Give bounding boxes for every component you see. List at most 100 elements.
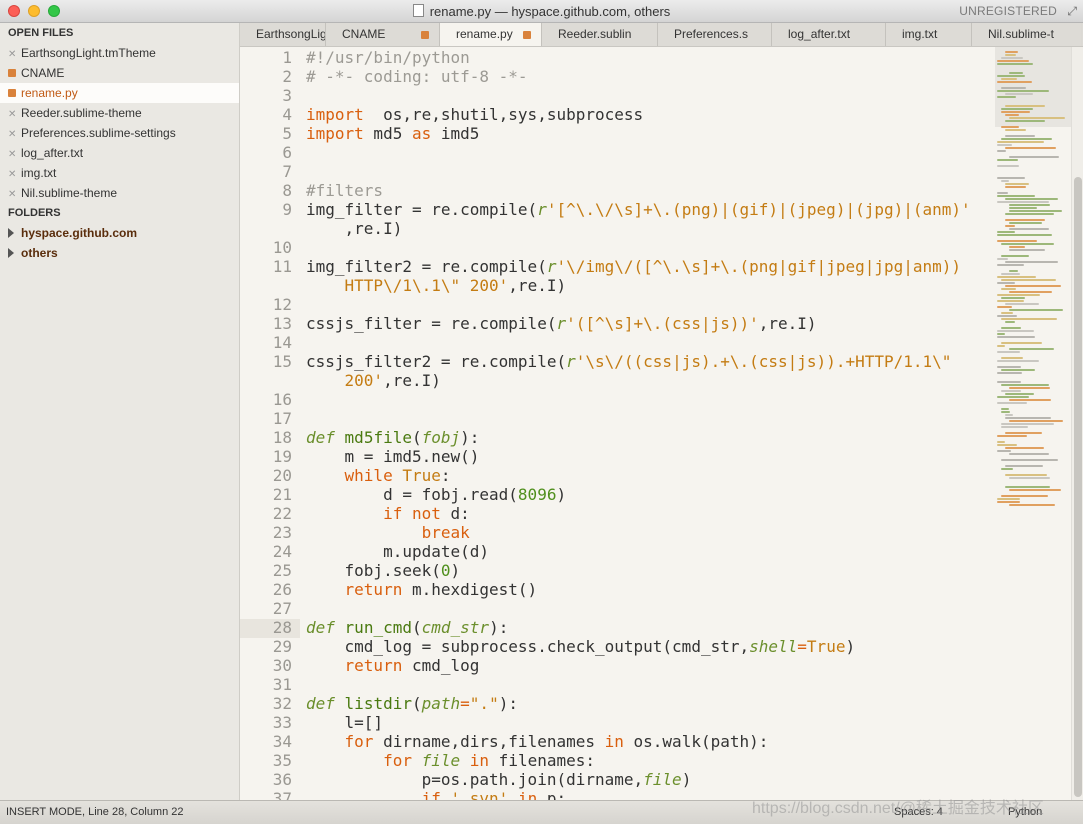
minimap-line (1009, 207, 1037, 209)
code-line[interactable]: 200',re.I) (306, 371, 441, 390)
close-file-icon[interactable]: ✕ (8, 105, 18, 125)
minimap-line (1005, 147, 1056, 149)
line-number: 7 (282, 162, 292, 181)
code-line[interactable]: def md5file(fobj): (306, 428, 479, 447)
close-file-icon[interactable]: ✕ (8, 185, 18, 205)
tab-earthsonglig[interactable]: EarthsongLig (240, 23, 326, 46)
tab-rename-py[interactable]: rename.py (440, 23, 542, 46)
minimap-line (1001, 312, 1013, 314)
code-line[interactable]: l=[] (306, 713, 384, 732)
code-line[interactable]: img_filter = re.compile(r'[^\.\/\s]+\.(p… (306, 200, 971, 219)
line-number: 32 (272, 694, 292, 713)
vertical-scrollbar[interactable] (1071, 47, 1083, 800)
code-line[interactable]: m = imd5.new() (306, 447, 480, 466)
code-token: = (797, 637, 807, 656)
open-file-item[interactable]: ✕ EarthsongLight.tmTheme (0, 43, 239, 63)
minimap-line (997, 150, 1006, 152)
open-file-item[interactable]: ✕ Reeder.sublime-theme (0, 103, 239, 123)
unregistered-label: UNREGISTERED (959, 4, 1057, 18)
code-line[interactable]: cmd_log = subprocess.check_output(cmd_st… (306, 637, 856, 656)
code-token: ): (498, 694, 518, 713)
code-line[interactable]: for file in filenames: (306, 751, 595, 770)
code-token: imd5 (431, 124, 480, 143)
code-line[interactable]: HTTP\/1\.1\" 200',re.I) (306, 276, 567, 295)
code-line[interactable]: cssjs_filter2 = re.compile(r'\s\/((css|j… (306, 352, 951, 371)
minimap-line (1009, 504, 1055, 506)
minimap-line (997, 258, 1008, 260)
minimap-line (1005, 183, 1029, 185)
minimap-line (1001, 297, 1025, 299)
line-number: 28 (272, 618, 292, 637)
code-token: 8096 (517, 485, 557, 504)
code-token: ,re.I) (383, 371, 441, 390)
code-line[interactable]: def run_cmd(cmd_str): (306, 618, 508, 637)
tab-log-after-txt[interactable]: log_after.txt (772, 23, 886, 46)
close-file-icon[interactable]: ✕ (8, 145, 18, 165)
sidebar: OPEN FILES ✕ EarthsongLight.tmTheme CNAME r… (0, 23, 240, 800)
code-line[interactable]: import md5 as imd5 (306, 124, 479, 143)
close-file-icon[interactable]: ✕ (8, 165, 18, 185)
minimap-line (1009, 72, 1023, 74)
code-editor[interactable]: 1 2 3 4 5 6 7 8 9 10 11 12 13 14 15 16 17 18 19 20 21 22 23 24 2… (240, 47, 995, 800)
tab-preferences-s[interactable]: Preferences.s (658, 23, 772, 46)
code-token: ) (845, 637, 856, 656)
window-title-text: rename.py — hyspace.github.com, others (429, 4, 671, 19)
minimap-line (997, 282, 1015, 284)
code-line[interactable]: if '.svn' in p: (306, 789, 567, 800)
folder-item[interactable]: others (0, 243, 239, 263)
tab-reeder-sublin[interactable]: Reeder.sublin (542, 23, 658, 46)
open-files-header: OPEN FILES (8, 27, 74, 39)
code-token: ,re.I) (758, 314, 817, 333)
minimap-line (1005, 465, 1043, 467)
code-token: p=os.path.join(dirname, (306, 770, 644, 789)
disclosure-triangle-icon[interactable] (8, 248, 14, 258)
code-line[interactable]: while True: (306, 466, 451, 485)
code-line[interactable]: for dirname,dirs,filenames in os.walk(pa… (306, 732, 769, 751)
tab-cname[interactable]: CNAME (326, 23, 440, 46)
minimap-line (997, 315, 1017, 317)
minimap-line (997, 444, 1017, 446)
disclosure-triangle-icon[interactable] (8, 228, 14, 238)
code-line[interactable]: d = fobj.read(8096) (306, 485, 566, 504)
open-file-item[interactable]: ✕ img.txt (0, 163, 239, 183)
open-file-item[interactable]: ✕ log_after.txt (0, 143, 239, 163)
open-file-item[interactable]: ✕ Nil.sublime-theme (0, 183, 239, 203)
tab-bar: EarthsongLig CNAME rename.py Reeder.sublin P… (240, 23, 1083, 47)
code-line[interactable]: cssjs_filter = re.compile(r'([^\s]+\.(cs… (306, 314, 817, 333)
code-line[interactable]: import os,re,shutil,sys,subprocess (306, 105, 643, 124)
close-file-icon[interactable]: ✕ (8, 125, 18, 145)
code-token: return (344, 656, 403, 675)
code-line[interactable]: return cmd_log (306, 656, 480, 675)
scrollbar-thumb[interactable] (1074, 177, 1082, 797)
line-number: 26 (272, 580, 292, 599)
minimap-line (997, 60, 1029, 62)
code-line[interactable]: def listdir(path="."): (306, 694, 518, 713)
minimap-line (1005, 303, 1039, 305)
close-file-icon[interactable]: ✕ (8, 45, 18, 65)
code-line[interactable]: fobj.seek(0) (306, 561, 461, 580)
open-file-item[interactable]: CNAME (0, 63, 239, 83)
open-file-item[interactable]: rename.py (0, 83, 239, 103)
code-line[interactable]: break (306, 523, 470, 542)
fullscreen-icon[interactable]: ⤢ (1067, 4, 1077, 19)
code-token: = (460, 694, 470, 713)
tab-img-txt[interactable]: img.txt (886, 23, 972, 46)
code-line[interactable]: m.update(d) (306, 542, 489, 561)
code-line[interactable]: #filters (306, 181, 383, 200)
code-line[interactable]: return m.hexdigest() (306, 580, 538, 599)
code-line[interactable]: if not d: (306, 504, 470, 523)
minimap-line (1001, 342, 1042, 344)
code-line[interactable]: # -*- coding: utf-8 -*- (306, 67, 528, 86)
code-line[interactable]: #!/usr/bin/python (306, 48, 470, 67)
folder-item[interactable]: hyspace.github.com (0, 223, 239, 243)
line-number: 29 (272, 637, 292, 656)
open-file-item[interactable]: ✕ Preferences.sublime-settings (0, 123, 239, 143)
code-line[interactable]: ,re.I) (306, 219, 403, 238)
code-line[interactable]: p=os.path.join(dirname,file) (306, 770, 692, 789)
code-line[interactable]: img_filter2 = re.compile(r'\/img\/([^\.\… (306, 257, 961, 276)
minimap[interactable] (995, 47, 1071, 800)
